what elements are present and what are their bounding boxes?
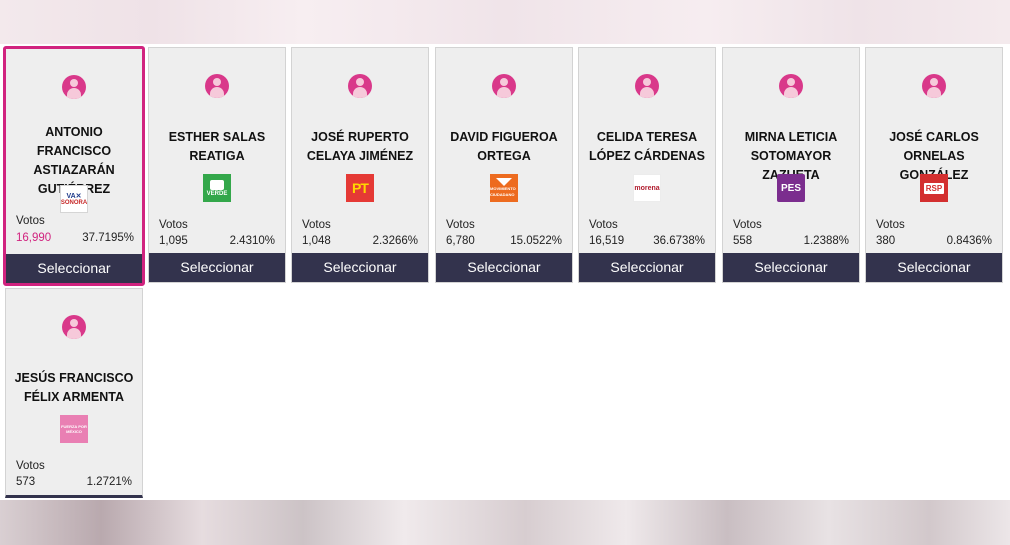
user-avatar-icon [62, 75, 86, 99]
morena-logo-icon: morena [633, 174, 661, 202]
pvem-logo-icon: VERDE [203, 174, 231, 202]
user-avatar-icon [922, 74, 946, 98]
votes-label: Votos [876, 219, 905, 231]
select-button[interactable]: Seleccionar [292, 253, 428, 282]
candidate-name: CELIDA TERESA LÓPEZ CÁRDENAS [589, 130, 705, 163]
user-avatar-icon [205, 74, 229, 98]
votes-percent: 1.2721% [86, 476, 132, 488]
pes-logo-icon: PES [777, 174, 805, 202]
votes-label: Votos [16, 215, 45, 227]
votes-count: 558 [733, 235, 753, 247]
fuerza-por-mexico-logo-icon: FUERZA POR MÉXICO [60, 415, 88, 443]
candidate-card[interactable]: ANTONIO FRANCISCO ASTIAZARÁN GUTIÉRREZ V… [3, 46, 145, 286]
votes-count: 16,519 [589, 235, 625, 247]
user-avatar-icon [492, 74, 516, 98]
select-button[interactable]: Seleccionar [149, 253, 285, 282]
user-avatar-icon [779, 74, 803, 98]
votes-label: Votos [446, 219, 475, 231]
header-background-image [0, 0, 1010, 44]
votes-label: Votos [302, 219, 331, 231]
votes-percent: 1.2388% [803, 235, 849, 247]
votes-label: Votos [589, 219, 618, 231]
votes-count: 1,095 [159, 235, 188, 247]
movimiento-ciudadano-logo-icon: MOVIMIENTO CIUDADANO [490, 174, 518, 202]
votes-percent: 37.7195% [82, 232, 134, 244]
votes-count: 573 [16, 476, 36, 488]
votes-percent: 2.4310% [229, 235, 275, 247]
footer-background-image [0, 500, 1010, 545]
select-button[interactable]: Seleccionar [6, 254, 142, 283]
candidate-name: JESÚS FRANCISCO FÉLIX ARMENTA [14, 371, 134, 404]
votes-count: 1,048 [302, 235, 331, 247]
votes-label: Votos [16, 460, 45, 472]
select-button[interactable]: Seleccionar [579, 253, 715, 282]
candidate-name: ESTHER SALAS REATIGA [168, 130, 266, 163]
candidate-card[interactable]: DAVID FIGUEROA ORTEGA MOVIMIENTO CIUDADA… [435, 47, 573, 283]
pt-logo-icon: PT [346, 174, 374, 202]
user-avatar-icon [348, 74, 372, 98]
votes-percent: 15.0522% [510, 235, 562, 247]
user-avatar-icon [635, 74, 659, 98]
rsp-logo-icon: RSP [920, 174, 948, 202]
candidate-card[interactable]: CELIDA TERESA LÓPEZ CÁRDENAS morena Voto… [578, 47, 716, 283]
user-avatar-icon [62, 315, 86, 339]
select-button[interactable]: Seleccionar [723, 253, 859, 282]
candidate-name: DAVID FIGUEROA ORTEGA [450, 130, 558, 163]
candidate-card[interactable]: JESÚS FRANCISCO FÉLIX ARMENTA FUERZA POR… [5, 288, 143, 498]
votes-count: 380 [876, 235, 896, 247]
select-button[interactable]: Seleccionar [436, 253, 572, 282]
votes-count: 6,780 [446, 235, 475, 247]
votes-label: Votos [733, 219, 762, 231]
candidate-card[interactable]: MIRNA LETICIA SOTOMAYOR ZAZUETA PES Voto… [722, 47, 860, 283]
select-button[interactable]: Seleccionar [866, 253, 1002, 282]
candidates-panel: ANTONIO FRANCISCO ASTIAZARÁN GUTIÉRREZ V… [0, 44, 1010, 500]
votes-count: 16,990 [16, 232, 52, 244]
votes-percent: 36.6738% [653, 235, 705, 247]
candidate-card[interactable]: ESTHER SALAS REATIGA VERDE Votos 1,095 2… [148, 47, 286, 283]
votes-percent: 0.8436% [946, 235, 992, 247]
pan-logo-icon: VA✕ SONORA [60, 185, 88, 213]
candidate-card[interactable]: JOSÉ RUPERTO CELAYA JIMÉNEZ PT Votos 1,0… [291, 47, 429, 283]
votes-percent: 2.3266% [372, 235, 418, 247]
candidate-card[interactable]: JOSÉ CARLOS ORNELAS GONZÁLEZ RSP Votos 3… [865, 47, 1003, 283]
candidate-name: JOSÉ RUPERTO CELAYA JIMÉNEZ [306, 130, 414, 163]
votes-label: Votos [159, 219, 188, 231]
